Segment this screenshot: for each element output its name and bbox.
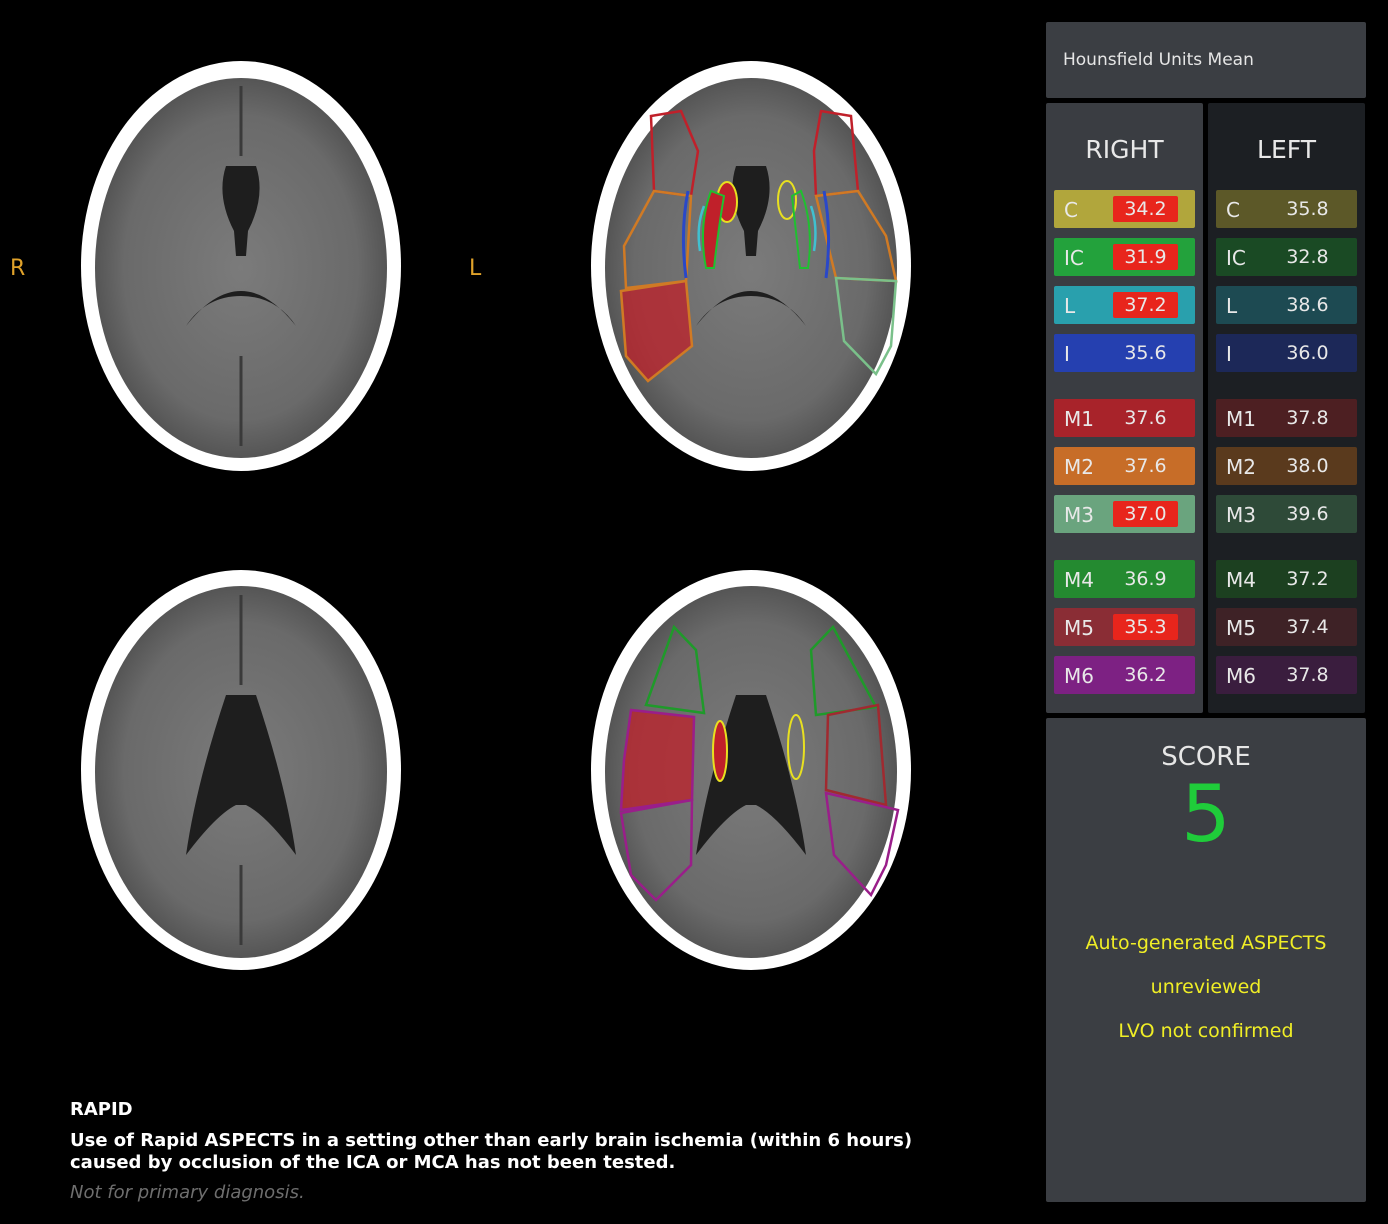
score-value: 5: [1181, 770, 1231, 860]
right-region-ic: IC 31.9: [1054, 238, 1195, 276]
region-label: M2: [1226, 455, 1256, 479]
right-region-m3: M3 37.0: [1054, 495, 1195, 533]
score-label: SCORE: [1161, 742, 1251, 772]
region-label: L: [1064, 294, 1076, 318]
left-region-ic: IC 32.8: [1216, 238, 1357, 276]
orientation-right-label: R: [10, 256, 26, 281]
region-value-flagged: 35.3: [1113, 614, 1178, 640]
region-value: 37.4: [1286, 616, 1329, 638]
region-value: 39.6: [1286, 503, 1329, 525]
right-hemisphere-column: RIGHT C 34.2 IC 31.9 L 37.2 I 35.6 M1 37.6 M2 37.6 M…: [1046, 103, 1203, 713]
region-value: 37.2: [1286, 568, 1329, 590]
left-region-m6: M6 37.8: [1216, 656, 1357, 694]
right-region-l: L 37.2: [1054, 286, 1195, 324]
region-label: M4: [1226, 568, 1256, 592]
region-value-flagged: 37.2: [1113, 292, 1178, 318]
right-region-m6: M6 36.2: [1054, 656, 1195, 694]
region-value: 35.8: [1286, 198, 1329, 220]
region-value: 37.6: [1124, 407, 1167, 429]
region-value: 38.0: [1286, 455, 1329, 477]
score-note-lvo: LVO not confirmed: [1118, 1020, 1294, 1042]
region-label: C: [1064, 198, 1078, 222]
region-value: 36.2: [1124, 664, 1167, 686]
score-note-auto: Auto-generated ASPECTS: [1085, 932, 1327, 954]
ct-slice-upper-raw: [81, 61, 401, 471]
region-value-flagged: 37.0: [1113, 501, 1178, 527]
right-region-m5: M5 35.3: [1054, 608, 1195, 646]
hounsfield-title-panel: Hounsfield Units Mean: [1046, 22, 1366, 98]
orientation-left-label: L: [469, 256, 482, 281]
region-value: 32.8: [1286, 246, 1329, 268]
right-column-header: RIGHT: [1085, 135, 1164, 164]
right-region-c: C 34.2: [1054, 190, 1195, 228]
region-value: 37.8: [1286, 664, 1329, 686]
region-label: M4: [1064, 568, 1094, 592]
disclaimer-title: RAPID: [70, 1099, 133, 1120]
region-label: M6: [1226, 664, 1256, 688]
region-label: IC: [1226, 246, 1246, 270]
region-value-flagged: 31.9: [1113, 244, 1178, 270]
left-region-m4: M4 37.2: [1216, 560, 1357, 598]
left-region-m5: M5 37.4: [1216, 608, 1357, 646]
left-region-m3: M3 39.6: [1216, 495, 1357, 533]
disclaimer-text: Use of Rapid ASPECTS in a setting other …: [70, 1130, 913, 1173]
region-label: M5: [1064, 616, 1094, 640]
region-value: 36.9: [1124, 568, 1167, 590]
region-value: 37.6: [1124, 455, 1167, 477]
left-region-m1: M1 37.8: [1216, 399, 1357, 437]
right-region-m1: M1 37.6: [1054, 399, 1195, 437]
score-note-unreviewed: unreviewed: [1150, 976, 1262, 998]
region-label: L: [1226, 294, 1238, 318]
hounsfield-title: Hounsfield Units Mean: [1063, 50, 1254, 70]
ct-slice-lower-annotated: [591, 570, 911, 970]
region-value: 36.0: [1286, 342, 1329, 364]
left-region-m2: M2 38.0: [1216, 447, 1357, 485]
right-region-i: I 35.6: [1054, 334, 1195, 372]
region-label: I: [1064, 342, 1070, 366]
region-label: IC: [1064, 246, 1084, 270]
region-label: M3: [1226, 503, 1256, 527]
left-region-l: L 38.6: [1216, 286, 1357, 324]
region-label: M3: [1064, 503, 1094, 527]
score-panel: SCORE 5 Auto-generated ASPECTS unreviewe…: [1046, 718, 1366, 1202]
right-region-m2: M2 37.6: [1054, 447, 1195, 485]
region-label: M1: [1226, 407, 1256, 431]
region-label: M1: [1064, 407, 1094, 431]
disclaimer-note: Not for primary diagnosis.: [70, 1182, 305, 1203]
ct-slice-upper-annotated: [591, 61, 911, 471]
left-column-header: LEFT: [1257, 135, 1316, 164]
region-label: M5: [1226, 616, 1256, 640]
left-region-i: I 36.0: [1216, 334, 1357, 372]
region-value: 35.6: [1124, 342, 1167, 364]
region-value: 37.8: [1286, 407, 1329, 429]
region-label: M6: [1064, 664, 1094, 688]
region-label: M2: [1064, 455, 1094, 479]
left-hemisphere-column: LEFT C 35.8 IC 32.8 L 38.6 I 36.0 M1 37.8 M2 38.0 M3…: [1208, 103, 1365, 713]
right-region-m4: M4 36.9: [1054, 560, 1195, 598]
ct-slice-lower-raw: [81, 570, 401, 970]
region-value-flagged: 34.2: [1113, 196, 1178, 222]
region-value: 38.6: [1286, 294, 1329, 316]
left-region-c: C 35.8: [1216, 190, 1357, 228]
region-label: I: [1226, 342, 1232, 366]
region-label: C: [1226, 198, 1240, 222]
